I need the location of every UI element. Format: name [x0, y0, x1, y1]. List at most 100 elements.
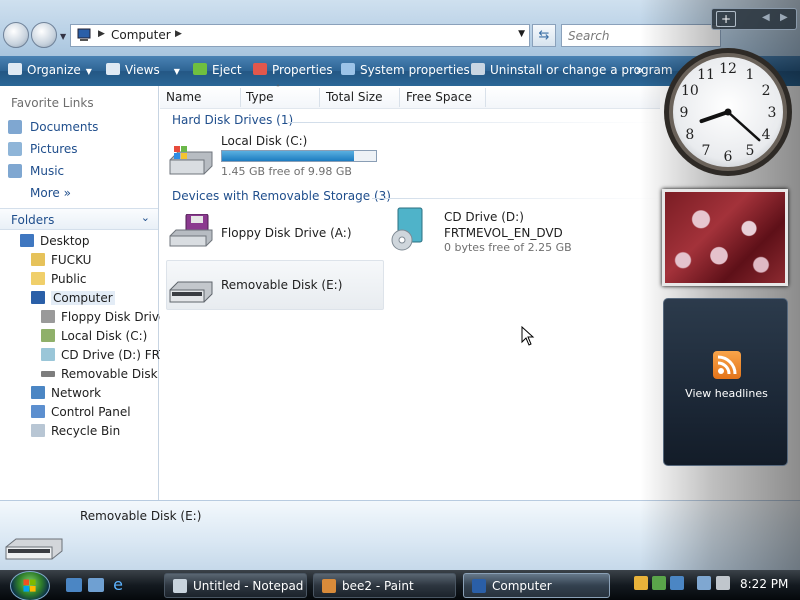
clock-numeral: 5: [746, 143, 755, 159]
removable-disk-icon: [5, 538, 63, 560]
checkmark-icon: [253, 63, 267, 75]
clock-numeral: 2: [762, 83, 771, 99]
chevron-down-icon[interactable]: ⌄: [141, 211, 150, 224]
group-hard-disks[interactable]: Hard Disk Drives (1): [172, 113, 293, 127]
favorite-music[interactable]: Music: [8, 164, 64, 182]
removable-disk-icon[interactable]: [168, 274, 214, 308]
column-name[interactable]: Name: [166, 90, 201, 104]
clock-numeral: 11: [697, 67, 715, 83]
floppy-drive-icon[interactable]: [168, 214, 214, 248]
cd-drive-name[interactable]: CD Drive (D:): [444, 210, 524, 224]
local-disk-name[interactable]: Local Disk (C:): [221, 134, 307, 148]
task-notepad[interactable]: Untitled - Notepad: [164, 573, 307, 598]
system-properties-button[interactable]: System properties: [341, 63, 470, 77]
favorite-label: Music: [30, 164, 65, 178]
more-label: More: [30, 186, 60, 200]
properties-button[interactable]: Properties: [253, 63, 333, 77]
address-dropdown-icon[interactable]: ▼: [518, 29, 525, 39]
cd-drive-free-space: 0 bytes free of 2.25 GB: [444, 241, 572, 254]
column-free-space[interactable]: Free Space: [406, 90, 472, 104]
cd-drive-icon[interactable]: [388, 206, 428, 252]
tree-label: Floppy Disk Drive: [61, 310, 167, 324]
slideshow-gadget[interactable]: [662, 189, 788, 286]
path-separator-icon[interactable]: ▶: [175, 29, 182, 39]
organize-button[interactable]: Organize ▼: [8, 63, 92, 77]
next-gadgets-icon[interactable]: ▶: [780, 12, 788, 23]
column-total-size[interactable]: Total Size: [326, 90, 382, 104]
start-button[interactable]: [10, 571, 50, 600]
clock-numeral: 1: [746, 67, 755, 83]
show-desktop-icon[interactable]: [66, 578, 82, 592]
column-type[interactable]: Type: [246, 90, 274, 104]
hard-disk-icon[interactable]: [168, 144, 214, 178]
address-field[interactable]: ▶ Computer ▶ ▼: [70, 24, 530, 47]
properties-label: Properties: [272, 63, 333, 77]
system-properties-icon: [341, 63, 355, 75]
column-divider[interactable]: [319, 88, 320, 107]
volume-muted-icon[interactable]: [716, 576, 730, 590]
task-paint[interactable]: bee2 - Paint: [313, 573, 456, 598]
pictures-icon: [8, 142, 22, 156]
documents-icon: [8, 120, 22, 134]
previous-gadgets-icon[interactable]: ◀: [762, 12, 770, 23]
switch-windows-icon[interactable]: [88, 578, 104, 592]
updates-icon[interactable]: [652, 576, 666, 590]
taskbar-clock[interactable]: 8:22 PM: [740, 577, 788, 591]
sidebar-controls: + ◀ ▶: [711, 8, 797, 30]
group-removable-storage[interactable]: Devices with Removable Storage (3): [172, 189, 391, 203]
favorite-pictures[interactable]: Pictures: [8, 142, 78, 160]
clock-gadget[interactable]: 12 12 3 45678 9 1011: [662, 46, 794, 178]
cd-drive-volume: FRTMEVOL_EN_DVD: [444, 226, 563, 240]
desktop-icon: [20, 234, 34, 247]
folder-icon: [31, 272, 45, 285]
eject-button[interactable]: Eject: [193, 63, 242, 77]
uninstall-label: Uninstall or change a program: [490, 63, 673, 77]
sort-ascending-icon: ˄: [276, 84, 280, 93]
group-divider: [372, 198, 660, 199]
local-disk-free-space: 1.45 GB free of 9.98 GB: [221, 165, 352, 178]
floppy-icon: [41, 310, 55, 323]
back-button[interactable]: [3, 22, 29, 48]
internet-explorer-icon[interactable]: e: [110, 577, 126, 593]
details-title: Removable Disk (E:): [80, 509, 202, 523]
column-divider[interactable]: [240, 88, 241, 107]
disk-usage-bar: [221, 150, 377, 162]
address-path[interactable]: Computer: [111, 28, 171, 42]
tree-label: CD Drive (D:) FRTI: [61, 348, 170, 362]
add-gadget-button[interactable]: +: [716, 11, 736, 27]
refresh-button[interactable]: ⇆: [532, 24, 556, 47]
more-favorites-link[interactable]: More »: [30, 186, 71, 200]
floppy-drive-name[interactable]: Floppy Disk Drive (A:): [221, 226, 352, 240]
disk-usage-fill: [222, 151, 354, 161]
security-shield-icon[interactable]: [634, 576, 648, 590]
tree-desktop[interactable]: Desktop: [20, 234, 180, 253]
system-properties-label: System properties: [360, 63, 470, 77]
organize-label: Organize: [27, 63, 81, 77]
user-folder-icon: [31, 253, 45, 266]
feed-headlines-gadget[interactable]: View headlines: [663, 298, 788, 466]
column-divider[interactable]: [399, 88, 400, 107]
path-separator-icon[interactable]: ▶: [98, 29, 105, 39]
double-chevron-icon: »: [63, 186, 71, 200]
clock-numeral: 10: [681, 83, 699, 99]
tree-label: Local Disk (C:): [61, 329, 148, 343]
views-button[interactable]: Views ▼: [106, 63, 180, 77]
search-placeholder: Search: [568, 29, 610, 43]
hard-disk-icon: [41, 329, 55, 342]
removable-disk-icon: [41, 371, 55, 377]
task-label: bee2 - Paint: [342, 579, 414, 593]
safely-remove-icon[interactable]: [670, 576, 684, 590]
recent-pages-dropdown-icon[interactable]: ▼: [60, 32, 66, 41]
removable-disk-name[interactable]: Removable Disk (E:): [221, 278, 342, 292]
search-input[interactable]: Search: [561, 24, 721, 47]
clock-numeral: 3: [768, 105, 777, 121]
favorite-documents[interactable]: Documents: [8, 120, 98, 138]
toolbar-overflow-button[interactable]: »: [636, 63, 643, 77]
network-status-icon[interactable]: [697, 576, 711, 590]
task-computer[interactable]: Computer: [463, 573, 610, 598]
column-divider[interactable]: [485, 88, 486, 107]
task-label: Computer: [492, 579, 552, 593]
view-headlines-label[interactable]: View headlines: [664, 387, 789, 400]
forward-button[interactable]: [31, 22, 57, 48]
folders-header[interactable]: Folders ⌄: [0, 208, 158, 230]
